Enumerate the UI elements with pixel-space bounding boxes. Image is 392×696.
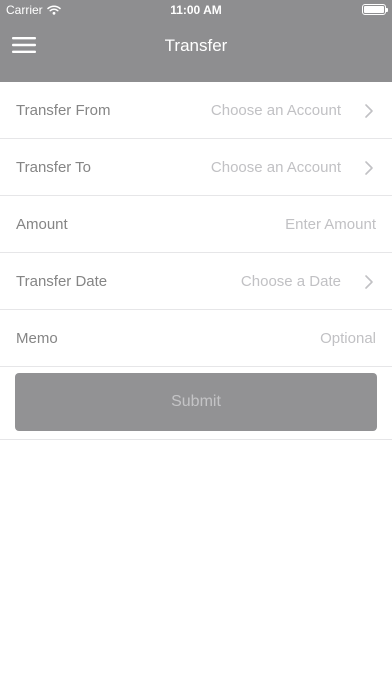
header: Carrier 11:00 AM Transfer xyxy=(0,0,392,82)
transfer-form: Transfer From Choose an Account Transfer… xyxy=(0,82,392,367)
transfer-to-label: Transfer To xyxy=(16,158,92,176)
transfer-to-placeholder: Choose an Account xyxy=(210,158,341,176)
status-bar: Carrier 11:00 AM xyxy=(0,0,392,20)
memo-label: Memo xyxy=(16,329,58,347)
memo-row[interactable]: Memo Optional xyxy=(0,310,392,367)
chevron-right-icon xyxy=(365,275,373,289)
transfer-to-row[interactable]: Transfer To Choose an Account xyxy=(0,139,392,196)
transfer-screen: Carrier 11:00 AM Transfer Transfer From … xyxy=(0,0,392,696)
transfer-date-placeholder: Choose a Date xyxy=(240,272,341,290)
transfer-from-label: Transfer From xyxy=(16,101,111,119)
submit-button[interactable]: Submit xyxy=(15,373,377,431)
nav-bar: Transfer xyxy=(0,20,392,72)
chevron-right-icon xyxy=(365,104,373,118)
amount-label: Amount xyxy=(16,215,68,233)
transfer-date-label: Transfer Date xyxy=(16,272,108,290)
chevron-right-icon xyxy=(365,161,373,175)
amount-input[interactable]: Enter Amount xyxy=(285,216,376,233)
transfer-from-placeholder: Choose an Account xyxy=(210,101,341,119)
battery-level xyxy=(364,6,384,13)
amount-row[interactable]: Amount Enter Amount xyxy=(0,196,392,253)
memo-input[interactable]: Optional xyxy=(320,330,376,347)
submit-area: Submit xyxy=(0,365,392,440)
battery-icon xyxy=(362,4,388,15)
transfer-date-row[interactable]: Transfer Date Choose a Date xyxy=(0,253,392,310)
page-title: Transfer xyxy=(164,36,228,55)
status-time: 11:00 AM xyxy=(170,3,222,17)
transfer-from-row[interactable]: Transfer From Choose an Account xyxy=(0,82,392,139)
